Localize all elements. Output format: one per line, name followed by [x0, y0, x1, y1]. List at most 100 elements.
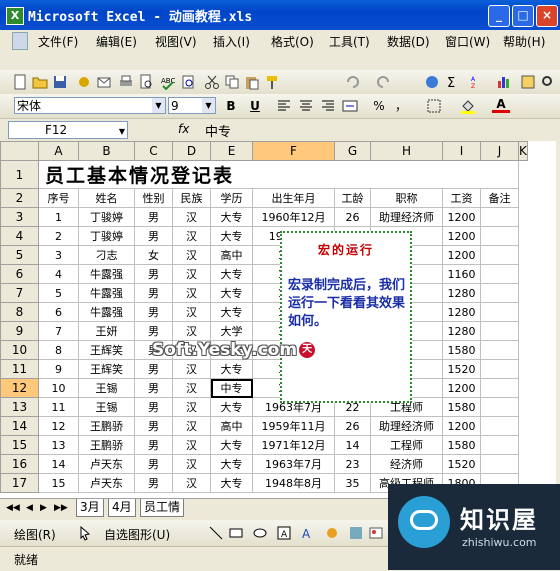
menu-format[interactable]: 格式(O): [271, 33, 314, 50]
cell[interactable]: 王鹏骄: [78, 435, 135, 455]
row-header[interactable]: 17: [0, 473, 39, 493]
cell[interactable]: 汉: [172, 226, 211, 246]
column-header[interactable]: J: [480, 141, 519, 161]
draw-menu-button[interactable]: 绘图(R): [14, 526, 56, 543]
column-header[interactable]: G: [334, 141, 371, 161]
copy-icon[interactable]: [224, 74, 240, 90]
merge-center-icon[interactable]: [342, 98, 358, 114]
document-icon[interactable]: [12, 32, 28, 50]
cell[interactable]: [480, 340, 519, 360]
line-icon[interactable]: [208, 525, 224, 541]
diagram-icon[interactable]: [324, 525, 340, 541]
cell[interactable]: 卢天东: [78, 473, 135, 493]
cell[interactable]: 7: [38, 321, 79, 341]
cell[interactable]: 男: [134, 207, 173, 227]
align-right-icon[interactable]: [320, 98, 336, 114]
cell[interactable]: 女: [134, 245, 173, 265]
hyperlink-icon[interactable]: [424, 74, 440, 90]
chevron-down-icon[interactable]: ▼: [202, 98, 215, 113]
column-title-cell[interactable]: 序号: [38, 188, 79, 208]
cell[interactable]: 1960年12月: [252, 207, 335, 227]
cell[interactable]: 大专: [210, 359, 253, 379]
cell[interactable]: 刁志: [78, 245, 135, 265]
cell[interactable]: 1200: [442, 416, 481, 436]
paste-icon[interactable]: [244, 74, 260, 90]
cell[interactable]: 35: [334, 473, 371, 493]
cell[interactable]: [480, 264, 519, 284]
cell[interactable]: 丁骏婷: [78, 207, 135, 227]
cell[interactable]: 大专: [210, 283, 253, 303]
textbox-icon[interactable]: A: [276, 525, 292, 541]
row-header[interactable]: 9: [0, 321, 39, 341]
row-header[interactable]: 6: [0, 264, 39, 284]
column-header[interactable]: D: [172, 141, 211, 161]
open-icon[interactable]: [32, 74, 48, 90]
cell[interactable]: 汉: [172, 473, 211, 493]
cell[interactable]: 1280: [442, 283, 481, 303]
font-name-select[interactable]: 宋体 ▼: [14, 97, 166, 114]
row-header[interactable]: 4: [0, 226, 39, 246]
cell[interactable]: 3: [38, 245, 79, 265]
cell[interactable]: 牛露强: [78, 264, 135, 284]
row-header[interactable]: 1: [0, 160, 39, 189]
sheet-title[interactable]: 员工基本情况登记表: [38, 160, 519, 189]
cell[interactable]: 助理经济师: [370, 416, 443, 436]
row-header[interactable]: 8: [0, 302, 39, 322]
cell[interactable]: 高中: [210, 245, 253, 265]
cell[interactable]: 10: [38, 378, 79, 398]
permission-icon[interactable]: [76, 74, 92, 90]
last-sheet-icon[interactable]: ▶▶: [54, 503, 68, 513]
cell[interactable]: 男: [134, 321, 173, 341]
cell[interactable]: 大专: [210, 454, 253, 474]
percent-style-button[interactable]: %: [370, 98, 388, 114]
cell[interactable]: 6: [38, 302, 79, 322]
cell[interactable]: 1200: [442, 245, 481, 265]
cell[interactable]: 汉: [172, 283, 211, 303]
row-header[interactable]: 11: [0, 359, 39, 379]
row-header[interactable]: 15: [0, 435, 39, 455]
cell[interactable]: 男: [134, 283, 173, 303]
cell[interactable]: 1280: [442, 321, 481, 341]
vertical-scrollbar[interactable]: [556, 141, 560, 498]
chevron-down-icon[interactable]: ▼: [119, 124, 125, 140]
oval-icon[interactable]: [252, 525, 268, 541]
cell[interactable]: 15: [38, 473, 79, 493]
cell[interactable]: [480, 321, 519, 341]
sigma-icon[interactable]: Σ: [444, 74, 460, 90]
menu-edit[interactable]: 编辑(E): [96, 33, 137, 50]
column-header[interactable]: F: [252, 141, 335, 161]
cell[interactable]: 14: [38, 454, 79, 474]
cell[interactable]: 王辉笑: [78, 359, 135, 379]
cell[interactable]: 1580: [442, 435, 481, 455]
align-left-icon[interactable]: [276, 98, 292, 114]
cell[interactable]: 汉: [172, 359, 211, 379]
row-header[interactable]: 13: [0, 397, 39, 417]
cell[interactable]: 1580: [442, 397, 481, 417]
cell[interactable]: 汉: [172, 207, 211, 227]
borders-icon[interactable]: [426, 98, 442, 114]
maximize-button[interactable]: □: [512, 5, 534, 27]
picture-icon[interactable]: [368, 525, 384, 541]
menu-view[interactable]: 视图(V): [155, 33, 197, 50]
select-objects-icon[interactable]: [78, 525, 94, 541]
cell[interactable]: 大专: [210, 397, 253, 417]
row-header[interactable]: 12: [0, 378, 39, 398]
cell[interactable]: [480, 435, 519, 455]
minimize-button[interactable]: _: [488, 5, 510, 27]
sheet-tab-4[interactable]: 4月: [108, 499, 136, 517]
cell[interactable]: 1959年11月: [252, 416, 335, 436]
cell[interactable]: 王鹏骄: [78, 416, 135, 436]
email-icon[interactable]: [96, 74, 112, 90]
cell[interactable]: 汉: [172, 416, 211, 436]
row-header[interactable]: 3: [0, 207, 39, 227]
cell[interactable]: 26: [334, 207, 371, 227]
cell[interactable]: 26: [334, 416, 371, 436]
cell[interactable]: 1580: [442, 340, 481, 360]
cell[interactable]: 大专: [210, 435, 253, 455]
chart-wizard-icon[interactable]: [496, 74, 512, 90]
function-icon[interactable]: fx: [178, 122, 189, 136]
row-header[interactable]: 2: [0, 188, 39, 208]
underline-button[interactable]: U: [246, 98, 264, 114]
column-title-cell[interactable]: 姓名: [78, 188, 135, 208]
cell[interactable]: 卢天东: [78, 454, 135, 474]
